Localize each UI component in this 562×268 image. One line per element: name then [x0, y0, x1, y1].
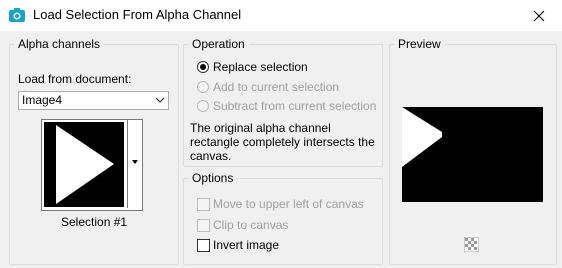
channel-thumbnail	[44, 122, 124, 207]
subtract-selection-label: Subtract from current selection	[213, 99, 377, 113]
close-icon	[533, 10, 545, 21]
preview-legend: Preview	[398, 37, 441, 51]
psp-app-icon	[9, 8, 25, 22]
thumbnail-menu-button[interactable]	[127, 120, 142, 208]
subtract-selection-radio	[197, 100, 209, 112]
preview-image	[402, 107, 543, 202]
channel-thumbnail-picker[interactable]	[41, 119, 143, 211]
triangle-down-icon	[132, 160, 138, 164]
title-bar[interactable]: Load Selection From Alpha Channel	[0, 0, 562, 31]
checkerboard-icon[interactable]	[464, 237, 479, 252]
replace-selection-radio[interactable]	[197, 61, 209, 73]
alpha-channels-legend: Alpha channels	[18, 37, 101, 51]
operation-legend: Operation	[192, 37, 245, 51]
selection-name: Selection #1	[61, 215, 128, 229]
add-selection-label: Add to current selection	[213, 80, 340, 94]
move-upper-left-checkbox	[197, 198, 210, 211]
window-title: Load Selection From Alpha Channel	[33, 7, 242, 22]
chevron-down-icon	[155, 97, 165, 103]
document-dropdown[interactable]: Image4	[18, 91, 169, 110]
invert-image-label[interactable]: Invert image	[213, 238, 279, 252]
clip-to-canvas-label: Clip to canvas	[213, 218, 289, 232]
move-upper-left-label: Move to upper left of canvas	[213, 197, 364, 211]
clip-to-canvas-checkbox	[197, 219, 210, 232]
close-button[interactable]	[516, 0, 562, 31]
add-selection-radio	[197, 81, 209, 93]
options-legend: Options	[192, 171, 234, 185]
invert-image-checkbox[interactable]	[197, 239, 210, 252]
load-from-label: Load from document:	[18, 72, 132, 86]
replace-selection-label[interactable]: Replace selection	[213, 60, 308, 74]
operation-description: The original alpha channel rectangle com…	[190, 121, 375, 163]
document-value: Image4	[22, 93, 63, 107]
